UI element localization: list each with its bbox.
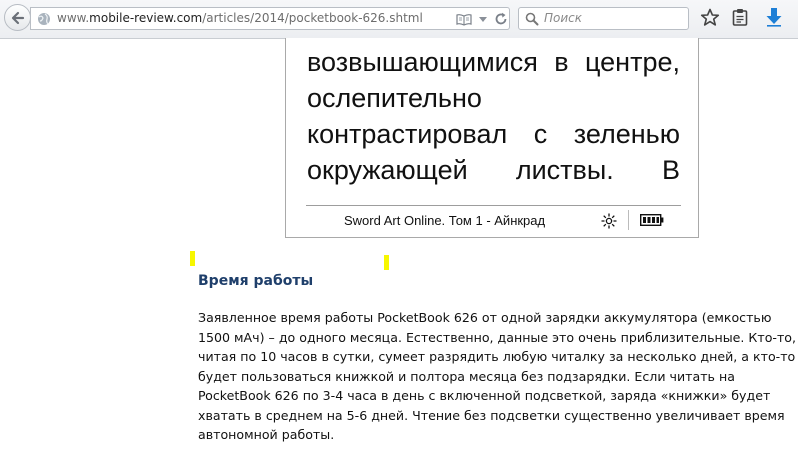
word: ослепительно xyxy=(307,83,482,113)
back-button[interactable] xyxy=(4,4,31,31)
ereader-line: возвышающимися в центре, xyxy=(307,44,680,80)
paragraph-line: Заявленное время работы PocketBook 626 о… xyxy=(198,310,772,325)
search-icon xyxy=(525,12,539,26)
word: центре, xyxy=(585,47,680,77)
url-path: /articles/2014/pocketbook-626.shtml xyxy=(202,11,423,25)
yellow-marker xyxy=(384,255,389,270)
ereader-line: окружающей листвы. В xyxy=(307,152,680,188)
paragraph-line: будет пользоваться книжкой и полтора мес… xyxy=(198,368,735,384)
globe-icon xyxy=(38,13,50,25)
ereader-divider xyxy=(306,205,681,206)
url-prefix: www. xyxy=(57,11,90,25)
ereader-line: контрастировал с зеленью xyxy=(307,116,680,152)
section-heading: Время работы xyxy=(198,273,314,289)
paragraph-line: автономной работы. xyxy=(198,427,335,442)
battery-icon xyxy=(640,214,664,226)
paragraph-line: читая по 10 часов в сутки, сумеет разряд… xyxy=(198,349,796,364)
paragraph-line: хватать в среднем на 5-6 дней. Чтение бе… xyxy=(198,407,785,423)
download-icon[interactable] xyxy=(765,7,783,27)
bookmark-star-icon[interactable] xyxy=(700,8,720,27)
word: с xyxy=(533,119,548,149)
word: В xyxy=(661,155,680,185)
url-bar[interactable]: www.mobile-review.com/articles/2014/pock… xyxy=(30,7,510,30)
browser-toolbar: www.mobile-review.com/articles/2014/pock… xyxy=(0,0,798,39)
ereader-line: ослепительно xyxy=(307,80,680,116)
search-placeholder: Поиск xyxy=(544,11,583,25)
word: в xyxy=(554,47,569,77)
word: окружающей xyxy=(307,155,468,185)
url-text[interactable]: www.mobile-review.com/articles/2014/pock… xyxy=(57,11,423,25)
paragraph-line: PocketBook 626 по 3-4 часа в день с вклю… xyxy=(198,388,771,403)
frontlight-sun-icon xyxy=(601,213,617,229)
chevron-down-icon[interactable] xyxy=(478,16,488,23)
search-bar[interactable]: Поиск xyxy=(518,7,689,30)
ereader-book-title: Sword Art Online. Том 1 - Айнкрад xyxy=(344,213,546,228)
word: контрастировал xyxy=(307,119,508,149)
article-paragraph: Заявленное время работы PocketBook 626 о… xyxy=(198,308,798,445)
arrow-left-icon xyxy=(11,11,25,25)
word: возвышающимися xyxy=(307,47,538,77)
word: листвы. xyxy=(515,155,614,185)
yellow-marker xyxy=(190,251,195,266)
reader-view-icon[interactable] xyxy=(456,13,472,26)
reload-icon[interactable] xyxy=(494,12,508,26)
url-host: mobile-review.com xyxy=(89,11,203,25)
word: зеленью xyxy=(573,119,680,149)
status-separator xyxy=(628,210,629,230)
clipboard-icon[interactable] xyxy=(732,8,748,26)
ereader-screenshot: возвышающимися в центре, ослепительно ко… xyxy=(285,38,699,238)
paragraph-line: 1500 мАч) – до одного месяца. Естественн… xyxy=(198,329,796,345)
